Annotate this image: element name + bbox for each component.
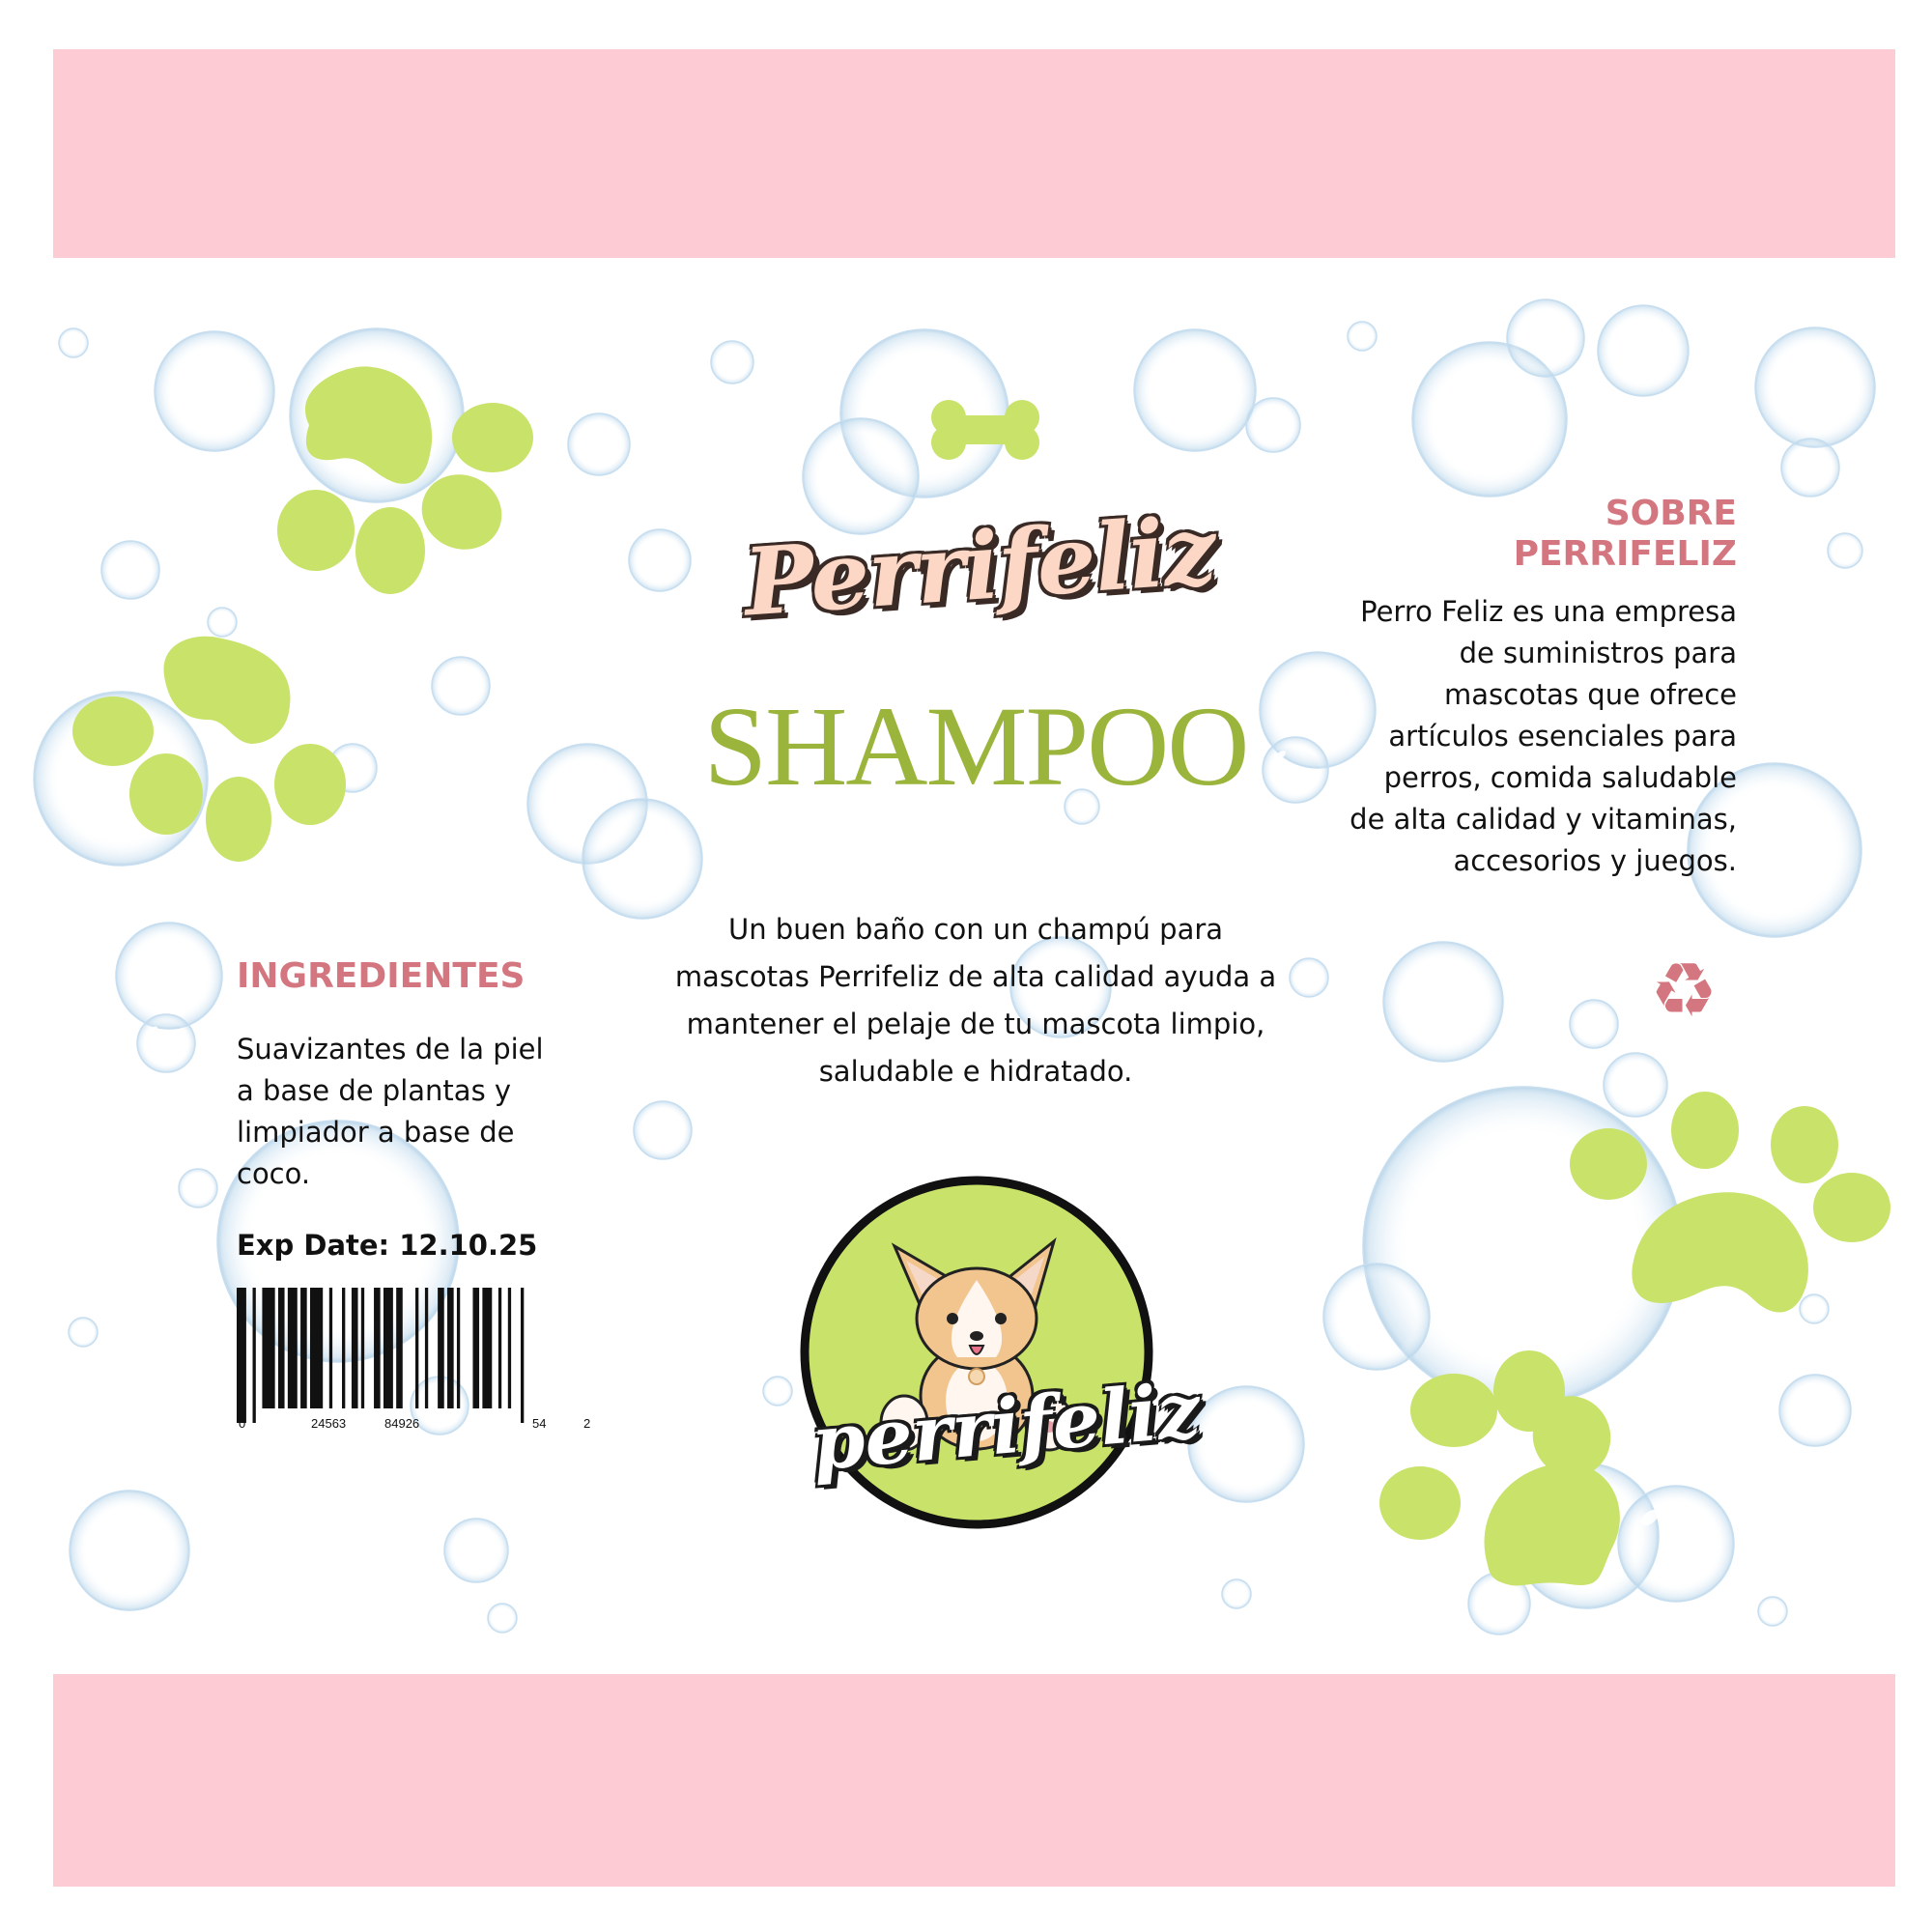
ingredients-heading: INGREDIENTES — [237, 956, 526, 996]
barcode-digit: 24563 — [311, 1416, 347, 1431]
barcode-bar — [287, 1288, 298, 1408]
soap-bubble — [136, 1013, 196, 1073]
soap-bubble — [1382, 941, 1504, 1063]
product-name: SHAMPOO — [703, 683, 1249, 810]
barcode-digit: 84926 — [384, 1416, 420, 1431]
soap-bubble — [567, 412, 631, 476]
barcode-digit: 0 — [239, 1416, 246, 1431]
soap-bubble — [443, 1518, 509, 1583]
barcode-bar — [328, 1288, 333, 1408]
recycle-icon: ♻ — [1650, 948, 1718, 1035]
soap-bubble — [582, 798, 703, 920]
soap-bubble — [1133, 328, 1257, 452]
barcode-bar — [497, 1288, 502, 1408]
ingredients-text: Suavizantes de la piel a base de plantas… — [237, 1033, 544, 1190]
soap-bubble — [1221, 1578, 1252, 1609]
barcode-bar — [360, 1288, 365, 1408]
barcode-digit: 2 — [583, 1416, 591, 1431]
soap-bubble — [633, 1100, 693, 1160]
barcode-bar — [374, 1288, 381, 1408]
barcode-bar — [262, 1288, 275, 1408]
about-heading-line1: SOBRE — [1605, 494, 1737, 533]
soap-bubble — [69, 1490, 190, 1611]
soap-bubble — [1322, 1263, 1431, 1371]
barcode-bar — [300, 1288, 307, 1408]
barcode-bar — [507, 1288, 512, 1408]
soap-bubble — [431, 656, 491, 716]
soap-bubble — [100, 540, 160, 600]
soap-bubble — [1617, 1485, 1735, 1603]
soap-bubble — [115, 922, 223, 1030]
soap-bubble — [178, 1168, 218, 1208]
soap-bubble — [1506, 298, 1585, 378]
barcode-bar — [277, 1288, 285, 1408]
barcode-digit: 54 — [532, 1416, 547, 1431]
paw-print-icon — [277, 366, 533, 594]
soap-bubble — [1780, 438, 1840, 497]
barcode-bar — [415, 1288, 419, 1408]
soap-bubble — [1754, 327, 1876, 448]
barcode-bar — [472, 1288, 480, 1408]
soap-bubble — [154, 330, 275, 452]
soap-bubble — [710, 340, 754, 384]
barcode-bar — [438, 1288, 444, 1408]
soap-bubble — [1778, 1374, 1852, 1447]
barcode-bar — [482, 1288, 493, 1408]
barcode-bar — [383, 1288, 393, 1408]
soap-bubble — [1827, 532, 1863, 569]
barcode-bar — [396, 1288, 403, 1408]
soap-bubble — [1289, 957, 1329, 998]
soap-bubble — [1603, 1052, 1668, 1118]
barcode-bar — [237, 1288, 246, 1423]
soap-bubble — [628, 528, 692, 592]
soap-bubble — [1799, 1293, 1830, 1324]
soap-bubble — [1757, 1596, 1788, 1627]
barcode-bar — [521, 1288, 525, 1423]
soap-bubble — [487, 1603, 518, 1634]
soap-bubble — [1597, 304, 1690, 397]
soap-bubble — [762, 1376, 793, 1406]
about-heading: SOBRE PERRIFELIZ — [1488, 494, 1737, 575]
barcode — [237, 1288, 525, 1423]
barcode-bar — [447, 1288, 454, 1408]
soap-bubble — [1347, 321, 1378, 352]
barcode-bar — [456, 1288, 461, 1408]
soap-bubble — [207, 607, 238, 638]
barcode-bar — [252, 1288, 256, 1423]
soap-bubble — [68, 1317, 99, 1348]
product-description: Un buen baño con un champú para mascotas… — [674, 913, 1277, 1088]
barcode-bar — [424, 1288, 429, 1408]
barcode-bar — [351, 1288, 358, 1408]
soap-bubble — [1245, 397, 1301, 453]
barcode-bar — [309, 1288, 324, 1408]
about-text: Perro Feliz es una empresa de suministro… — [1350, 595, 1737, 877]
soap-bubble — [1569, 999, 1619, 1049]
soap-bubble — [1187, 1385, 1305, 1503]
expiration-date: Exp Date: 12.10.25 — [237, 1229, 538, 1262]
about-heading-line2: PERRIFELIZ — [1513, 534, 1737, 574]
soap-bubble — [58, 327, 89, 358]
barcode-bar — [342, 1288, 346, 1408]
